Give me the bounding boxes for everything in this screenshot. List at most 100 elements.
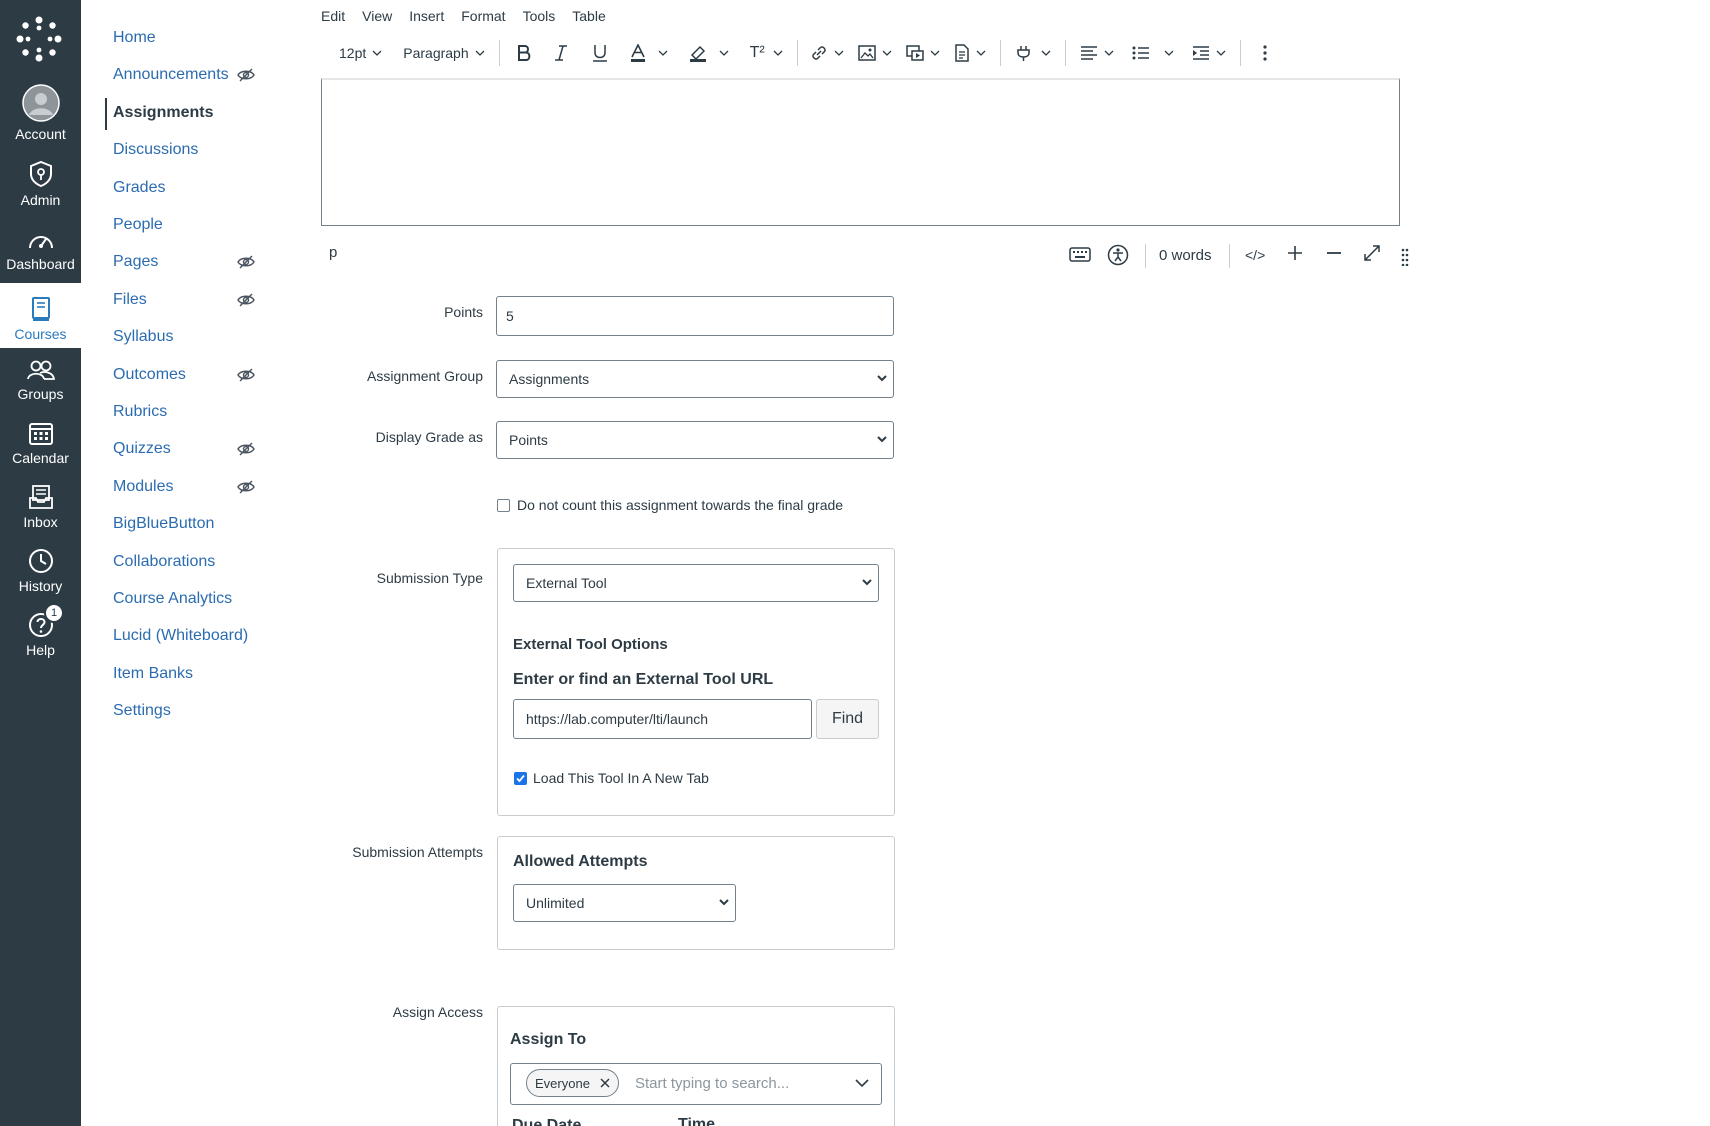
menu-insert[interactable]: Insert xyxy=(409,8,444,24)
document-button[interactable] xyxy=(954,44,986,62)
gnav-account[interactable]: Account xyxy=(0,84,81,148)
statusbar-divider xyxy=(1145,244,1146,268)
assign-to-tag-label: Everyone xyxy=(535,1075,590,1091)
fullscreen-icon[interactable] xyxy=(1363,244,1381,262)
dashboard-icon xyxy=(28,236,53,249)
highlight-color-button[interactable] xyxy=(689,44,729,62)
toolbar-divider xyxy=(1064,40,1066,66)
menu-format[interactable]: Format xyxy=(461,8,505,24)
link-button[interactable] xyxy=(810,44,844,62)
course-nav-item-home[interactable]: Home xyxy=(113,25,273,51)
new-tab-checkbox[interactable] xyxy=(514,772,527,785)
external-tool-url-input[interactable]: https://lab.computer/lti/launch xyxy=(513,699,812,739)
chevron-down-icon xyxy=(1216,50,1226,56)
font-size-select[interactable]: 12pt xyxy=(339,45,382,61)
assignment-group-select[interactable]: Assignments xyxy=(496,360,894,398)
external-tool-url-heading: Enter or find an External Tool URL xyxy=(513,671,774,688)
gnav-help[interactable]: 1 Help xyxy=(0,600,81,664)
menu-table[interactable]: Table xyxy=(572,8,605,24)
course-nav-item-label: Lucid (Whiteboard) xyxy=(113,627,249,645)
media-button[interactable] xyxy=(906,45,940,61)
menu-edit[interactable]: Edit xyxy=(321,8,345,24)
rich-text-editor-body[interactable] xyxy=(321,78,1400,226)
course-nav-item-label: BigBlueButton xyxy=(113,515,215,533)
chevron-down-icon xyxy=(1041,50,1051,56)
chevron-down-icon xyxy=(773,50,783,56)
course-nav-item-collaborations[interactable]: Collaborations xyxy=(113,549,273,575)
course-nav-item-item-banks[interactable]: Item Banks xyxy=(113,661,273,687)
course-nav-item-label: Item Banks xyxy=(113,664,194,682)
indent-button[interactable] xyxy=(1192,45,1226,61)
chevron-down-icon xyxy=(1164,50,1174,56)
block-format-select[interactable]: Paragraph xyxy=(403,45,485,61)
admin-shield-icon xyxy=(29,160,52,188)
course-nav-item-assignments[interactable]: Assignments xyxy=(113,100,273,126)
keyboard-shortcuts-icon[interactable] xyxy=(1069,244,1091,264)
course-nav-item-label: Grades xyxy=(113,178,166,196)
submission-type-label: Submission Type xyxy=(376,570,483,586)
align-button[interactable] xyxy=(1080,45,1114,61)
due-date-label: Due Date xyxy=(512,1117,582,1126)
element-path[interactable]: p xyxy=(329,244,337,261)
course-nav-item-people[interactable]: People xyxy=(113,212,273,238)
gnav-courses[interactable]: Courses xyxy=(0,283,81,348)
italic-button[interactable] xyxy=(554,44,568,62)
list-button[interactable] xyxy=(1132,45,1174,61)
chevron-down-icon xyxy=(976,50,986,56)
course-nav-item-bigbluebutton[interactable]: BigBlueButton xyxy=(113,511,273,537)
course-nav-item-syllabus[interactable]: Syllabus xyxy=(113,324,273,350)
course-nav-item-label: Course Analytics xyxy=(113,590,233,607)
gnav-inbox-label: Inbox xyxy=(23,514,58,530)
zoom-in-icon[interactable] xyxy=(1286,244,1304,262)
course-nav-item-label: Discussions xyxy=(113,141,199,159)
course-nav-item-discussions[interactable]: Discussions xyxy=(113,137,273,163)
document-icon xyxy=(955,44,969,62)
html-editor-toggle[interactable]: </> xyxy=(1245,247,1265,263)
chevron-down-icon xyxy=(877,375,887,382)
menu-view[interactable]: View xyxy=(362,8,392,24)
apps-plugin-button[interactable] xyxy=(1015,44,1051,62)
assign-to-placeholder: Start typing to search... xyxy=(635,1075,790,1092)
close-icon[interactable] xyxy=(600,1078,610,1088)
course-nav-item-lucid-whiteboard[interactable]: Lucid (Whiteboard) xyxy=(113,623,273,649)
points-input[interactable]: 5 xyxy=(496,296,894,336)
superscript-button[interactable]: T² xyxy=(750,44,783,62)
submission-type-select[interactable]: External Tool xyxy=(513,564,879,602)
resize-handle-icon[interactable] xyxy=(1401,248,1409,266)
menu-tools[interactable]: Tools xyxy=(523,8,556,24)
display-grade-select[interactable]: Points xyxy=(496,421,894,459)
gnav-calendar[interactable]: Calendar xyxy=(0,408,81,472)
font-size-value: 12pt xyxy=(339,45,367,61)
editor-statusbar: p 0 words </> xyxy=(321,240,1409,268)
hidden-from-students-icon xyxy=(237,368,255,382)
course-nav-item-label: Syllabus xyxy=(113,328,174,346)
underline-button[interactable] xyxy=(592,44,608,62)
course-nav-item-grades[interactable]: Grades xyxy=(113,175,273,201)
allowed-attempts-select[interactable]: Unlimited xyxy=(513,884,736,922)
text-color-button[interactable] xyxy=(630,44,668,62)
find-button[interactable]: Find xyxy=(816,699,879,739)
chevron-down-icon xyxy=(930,50,940,56)
editor-menubar: Edit View Insert Format Tools Table xyxy=(321,0,623,32)
gnav-groups[interactable]: Groups xyxy=(0,344,81,408)
chevron-down-icon xyxy=(1104,50,1114,56)
course-nav-item-label: Rubrics xyxy=(113,403,168,420)
bold-button[interactable] xyxy=(516,44,532,62)
chevron-down-icon[interactable] xyxy=(855,1079,869,1088)
more-options-button[interactable] xyxy=(1263,45,1267,61)
course-nav-item-rubrics[interactable]: Rubrics xyxy=(113,399,273,425)
course-nav-item-settings[interactable]: Settings xyxy=(113,698,273,724)
accessibility-checker-icon[interactable] xyxy=(1107,244,1129,266)
image-button[interactable] xyxy=(858,45,892,61)
gnav-inbox[interactable]: Inbox xyxy=(0,472,81,536)
assign-to-tag-everyone[interactable]: Everyone xyxy=(526,1069,619,1097)
toolbar-divider xyxy=(498,40,500,66)
zoom-out-icon[interactable] xyxy=(1325,244,1343,262)
gnav-history[interactable]: History xyxy=(0,536,81,600)
gnav-dashboard[interactable]: Dashboard xyxy=(0,214,81,278)
omit-from-final-grade-checkbox[interactable] xyxy=(497,499,510,512)
gnav-admin[interactable]: Admin xyxy=(0,150,81,214)
canvas-logo-icon[interactable] xyxy=(14,14,64,64)
course-nav-item-label: Assignments xyxy=(113,103,214,121)
course-nav-item-course-analytics[interactable]: Course Analytics xyxy=(113,586,273,612)
